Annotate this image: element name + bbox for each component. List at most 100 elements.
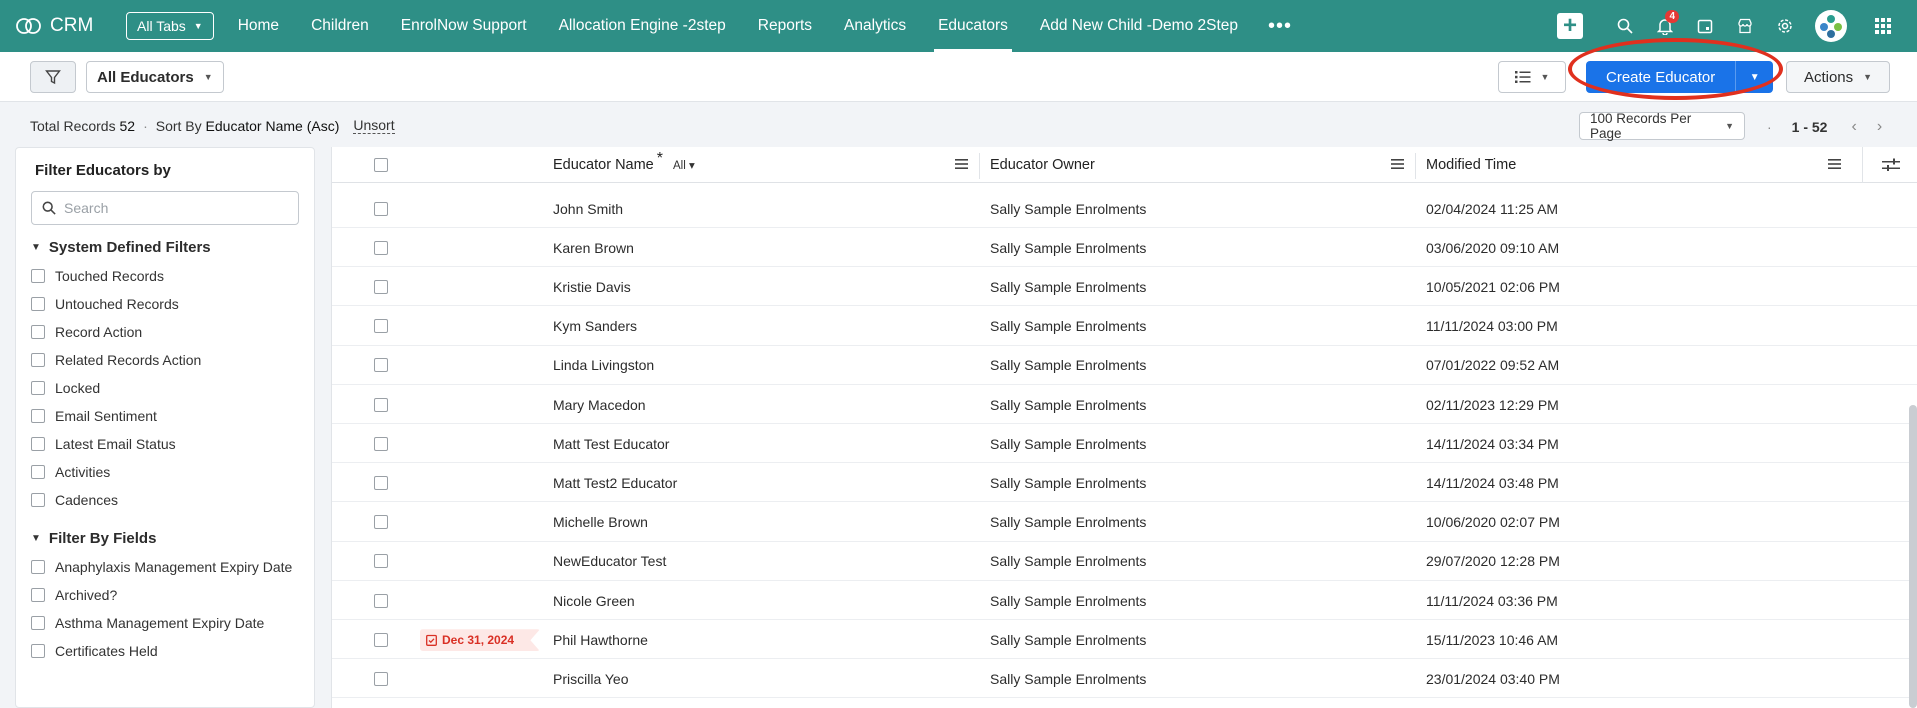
educator-name-cell[interactable]: Linda Livingston	[553, 346, 654, 385]
column-modified-time[interactable]: Modified Time	[1426, 147, 1516, 183]
filter-checkbox[interactable]	[31, 616, 45, 630]
educator-name-cell[interactable]: Kristie Davis	[553, 267, 631, 306]
filter-search-input[interactable]: Search	[31, 191, 299, 225]
app-grid-icon[interactable]	[1863, 0, 1903, 52]
filter-item[interactable]: Untouched Records	[31, 296, 299, 312]
marketplace-icon[interactable]	[1725, 0, 1765, 52]
actions-dropdown[interactable]: Actions ▼	[1786, 61, 1890, 93]
calendar-icon[interactable]	[1685, 0, 1725, 52]
filter-item[interactable]: Record Action	[31, 324, 299, 340]
row-checkbox[interactable]	[374, 671, 388, 686]
row-checkbox[interactable]	[374, 593, 388, 608]
filter-checkbox[interactable]	[31, 409, 45, 423]
settings-gear-icon[interactable]	[1765, 0, 1805, 52]
filter-item[interactable]: Anaphylaxis Management Expiry Date	[31, 559, 299, 575]
table-row[interactable]: John Smith Sally Sample Enrolments 02/04/2…	[332, 189, 1917, 228]
educator-name-cell[interactable]: John Smith	[553, 189, 623, 228]
table-row[interactable]: NewEducator Test Sally Sample Enrolments 2…	[332, 542, 1917, 581]
row-checkbox[interactable]	[374, 515, 388, 530]
filter-checkbox[interactable]	[31, 465, 45, 479]
filter-item[interactable]: Latest Email Status	[31, 436, 299, 452]
educator-name-cell[interactable]: NewEducator Test	[553, 542, 666, 581]
search-icon[interactable]	[1605, 0, 1645, 52]
row-checkbox[interactable]	[374, 201, 388, 216]
due-date-tag[interactable]: Dec 31, 2024	[420, 629, 540, 652]
filter-checkbox[interactable]	[31, 560, 45, 574]
filter-item[interactable]: Touched Records	[31, 268, 299, 284]
educator-name-cell[interactable]: Priscilla Yeo	[553, 659, 629, 698]
filter-item[interactable]: Related Records Action	[31, 352, 299, 368]
row-checkbox[interactable]	[374, 358, 388, 373]
table-row[interactable]: Priscilla Yeo Sally Sample Enrolments 23/0…	[332, 659, 1917, 699]
nav-tab-reports[interactable]: Reports	[742, 0, 828, 52]
row-checkbox[interactable]	[374, 554, 388, 569]
all-tabs-dropdown[interactable]: All Tabs ▼	[126, 12, 214, 40]
system-filters-section-toggle[interactable]: ▼ System Defined Filters	[31, 239, 299, 256]
row-checkbox[interactable]	[374, 279, 388, 294]
field-filters-section-toggle[interactable]: ▼ Filter By Fields	[31, 530, 299, 547]
filter-item[interactable]: Asthma Management Expiry Date	[31, 615, 299, 631]
next-page-icon[interactable]: ›	[1877, 118, 1882, 136]
nav-tab-enrolnow-support[interactable]: EnrolNow Support	[385, 0, 543, 52]
table-row[interactable]: Kristie Davis Sally Sample Enrolments 10/0…	[332, 267, 1917, 307]
column-menu-icon[interactable]	[955, 158, 968, 170]
column-educator-name[interactable]: Educator Name * All ▾	[553, 147, 695, 183]
filter-checkbox[interactable]	[31, 493, 45, 507]
filter-item[interactable]: Activities	[31, 464, 299, 480]
quick-create-plus-icon[interactable]: +	[1557, 13, 1583, 39]
filter-item[interactable]: Locked	[31, 380, 299, 396]
table-row[interactable]: Dec 31, 2024 Phil Hawthorne Sally Sample E…	[332, 620, 1917, 660]
row-checkbox[interactable]	[374, 475, 388, 490]
nav-tab-children[interactable]: Children	[295, 0, 385, 52]
filter-checkbox[interactable]	[31, 353, 45, 367]
column-settings-icon[interactable]	[1862, 147, 1917, 183]
previous-page-icon[interactable]: ‹	[1851, 118, 1856, 136]
more-tabs-icon[interactable]: •••	[1254, 0, 1306, 52]
records-per-page-dropdown[interactable]: 100 Records Per Page ▼	[1579, 111, 1745, 141]
unsort-link[interactable]: Unsort	[353, 117, 395, 134]
custom-view-dropdown[interactable]: All Educators ▼	[86, 61, 224, 93]
filter-toggle-button[interactable]	[30, 61, 76, 93]
educator-name-cell[interactable]: Mary Macedon	[553, 385, 646, 424]
nav-tab-educators[interactable]: Educators	[922, 0, 1024, 52]
educator-name-cell[interactable]: Kym Sanders	[553, 307, 637, 346]
list-view-toggle[interactable]: ▼	[1498, 61, 1566, 93]
table-row[interactable]: Nicole Green Sally Sample Enrolments 11/11…	[332, 581, 1917, 620]
table-row[interactable]: Linda Livingston Sally Sample Enrolments 0…	[332, 346, 1917, 385]
column-menu-icon[interactable]	[1391, 158, 1404, 170]
brand[interactable]: CRM	[16, 15, 108, 37]
table-row[interactable]: Matt Test Educator Sally Sample Enrolment…	[332, 424, 1917, 464]
table-row[interactable]: Mary Macedon Sally Sample Enrolments 02/11…	[332, 385, 1917, 424]
vertical-scrollbar[interactable]	[1909, 405, 1917, 708]
name-filter-dropdown[interactable]: All ▾	[673, 158, 695, 172]
filter-checkbox[interactable]	[31, 644, 45, 658]
educator-name-cell[interactable]: Karen Brown	[553, 228, 634, 267]
column-menu-icon[interactable]	[1828, 158, 1841, 170]
nav-tab-home[interactable]: Home	[222, 0, 295, 52]
nav-tab-add-new-child-demo-2step[interactable]: Add New Child -Demo 2Step	[1024, 0, 1254, 52]
educator-name-cell[interactable]: Nicole Green	[553, 581, 635, 620]
row-checkbox[interactable]	[374, 632, 388, 647]
table-row[interactable]: Michelle Brown Sally Sample Enrolments 10/…	[332, 503, 1917, 542]
filter-checkbox[interactable]	[31, 381, 45, 395]
filter-checkbox[interactable]	[31, 325, 45, 339]
column-educator-owner[interactable]: Educator Owner	[990, 147, 1095, 183]
notifications-bell-icon[interactable]: 4	[1645, 0, 1685, 52]
create-options-chevron-icon[interactable]: ▼	[1735, 61, 1774, 93]
user-avatar[interactable]	[1815, 10, 1847, 42]
nav-tab-analytics[interactable]: Analytics	[828, 0, 922, 52]
table-row[interactable]: Kym Sanders Sally Sample Enrolments 11/11/…	[332, 307, 1917, 346]
filter-checkbox[interactable]	[31, 269, 45, 283]
filter-item[interactable]: Cadences	[31, 492, 299, 508]
row-checkbox[interactable]	[374, 319, 388, 334]
row-checkbox[interactable]	[374, 397, 388, 412]
educator-name-cell[interactable]: Phil Hawthorne	[553, 620, 648, 659]
row-checkbox[interactable]	[374, 436, 388, 451]
educator-name-cell[interactable]: Matt Test2 Educator	[553, 463, 677, 502]
filter-item[interactable]: Certificates Held	[31, 643, 299, 659]
filter-item[interactable]: Email Sentiment	[31, 408, 299, 424]
row-checkbox[interactable]	[374, 240, 388, 255]
create-educator-button[interactable]: Create Educator	[1586, 61, 1736, 93]
filter-checkbox[interactable]	[31, 437, 45, 451]
filter-checkbox[interactable]	[31, 297, 45, 311]
